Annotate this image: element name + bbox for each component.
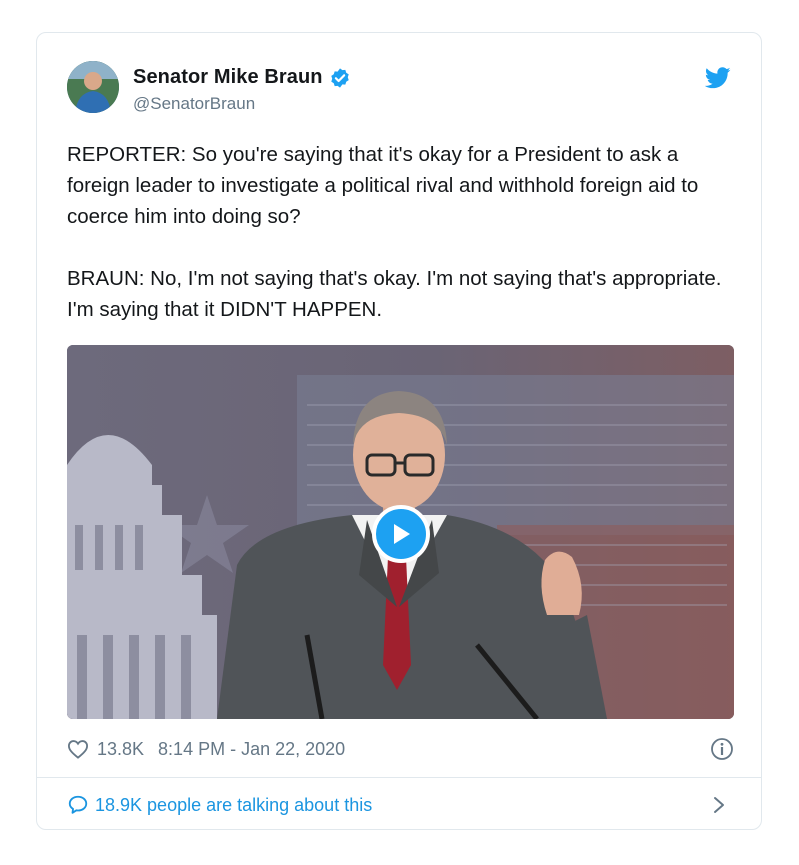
twitter-bird-icon[interactable]	[704, 67, 731, 89]
tweet-card: Senator Mike Braun @SenatorBraun REPORTE…	[36, 32, 762, 830]
chevron-right-icon	[714, 797, 724, 813]
like-count[interactable]: 13.8K	[97, 739, 144, 760]
tweet-footer: 13.8K 8:14 PM - Jan 22, 2020	[67, 734, 734, 764]
info-icon[interactable]	[710, 737, 734, 761]
avatar[interactable]	[67, 61, 119, 113]
speech-bubble-icon	[68, 795, 88, 814]
timestamp[interactable]: 8:14 PM - Jan 22, 2020	[158, 739, 345, 760]
talking-count: 18.9K	[95, 794, 143, 815]
conversation-link[interactable]: 18.9K people are talking about this	[67, 790, 734, 820]
author-row: Senator Mike Braun	[133, 66, 351, 89]
verified-badge-icon	[329, 67, 351, 89]
talking-label: people are talking about this	[147, 794, 373, 815]
avatar-image	[67, 61, 119, 113]
author-name[interactable]: Senator Mike Braun	[133, 66, 323, 89]
play-button[interactable]	[372, 505, 430, 563]
divider	[37, 777, 761, 778]
tweet-text: REPORTER: So you're saying that it's oka…	[67, 143, 722, 321]
play-icon	[394, 524, 410, 544]
author-handle[interactable]: @SenatorBraun	[133, 94, 255, 114]
heart-icon[interactable]	[67, 739, 89, 759]
video-player[interactable]	[67, 345, 734, 719]
